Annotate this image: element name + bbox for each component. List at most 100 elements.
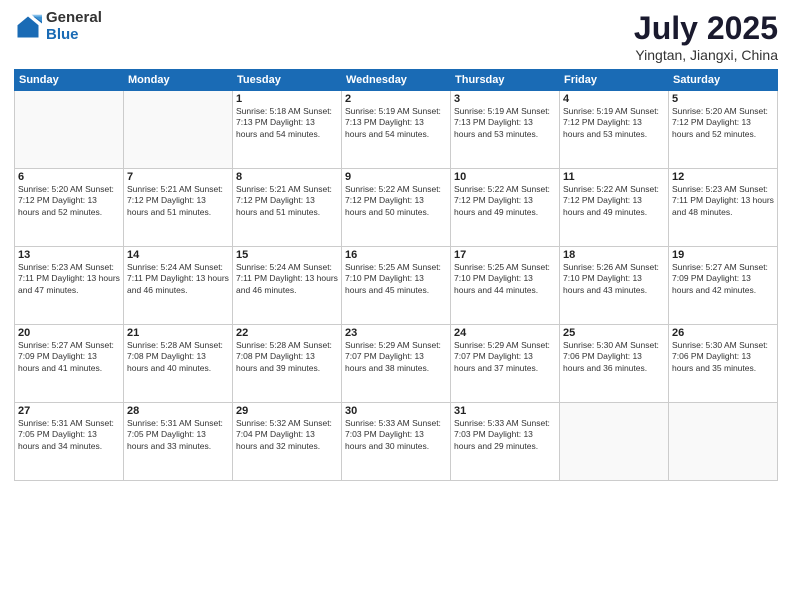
table-row bbox=[15, 91, 124, 169]
table-row: 14Sunrise: 5:24 AM Sunset: 7:11 PM Dayli… bbox=[124, 247, 233, 325]
day-number: 10 bbox=[454, 171, 556, 183]
table-row: 8Sunrise: 5:21 AM Sunset: 7:12 PM Daylig… bbox=[233, 169, 342, 247]
table-row: 27Sunrise: 5:31 AM Sunset: 7:05 PM Dayli… bbox=[15, 403, 124, 481]
day-number: 28 bbox=[127, 405, 229, 417]
table-row: 11Sunrise: 5:22 AM Sunset: 7:12 PM Dayli… bbox=[560, 169, 669, 247]
logo-icon bbox=[14, 13, 42, 41]
th-tuesday: Tuesday bbox=[233, 70, 342, 91]
day-number: 14 bbox=[127, 249, 229, 261]
day-number: 22 bbox=[236, 327, 338, 339]
table-row: 13Sunrise: 5:23 AM Sunset: 7:11 PM Dayli… bbox=[15, 247, 124, 325]
table-row: 18Sunrise: 5:26 AM Sunset: 7:10 PM Dayli… bbox=[560, 247, 669, 325]
day-info: Sunrise: 5:30 AM Sunset: 7:06 PM Dayligh… bbox=[563, 340, 665, 374]
day-info: Sunrise: 5:19 AM Sunset: 7:13 PM Dayligh… bbox=[345, 106, 447, 140]
table-row: 2Sunrise: 5:19 AM Sunset: 7:13 PM Daylig… bbox=[342, 91, 451, 169]
day-info: Sunrise: 5:26 AM Sunset: 7:10 PM Dayligh… bbox=[563, 262, 665, 296]
table-row: 22Sunrise: 5:28 AM Sunset: 7:08 PM Dayli… bbox=[233, 325, 342, 403]
day-number: 17 bbox=[454, 249, 556, 261]
day-info: Sunrise: 5:21 AM Sunset: 7:12 PM Dayligh… bbox=[236, 184, 338, 218]
th-monday: Monday bbox=[124, 70, 233, 91]
day-info: Sunrise: 5:25 AM Sunset: 7:10 PM Dayligh… bbox=[345, 262, 447, 296]
table-row: 24Sunrise: 5:29 AM Sunset: 7:07 PM Dayli… bbox=[451, 325, 560, 403]
day-number: 8 bbox=[236, 171, 338, 183]
table-row: 9Sunrise: 5:22 AM Sunset: 7:12 PM Daylig… bbox=[342, 169, 451, 247]
title-block: July 2025 Yingtan, Jiangxi, China bbox=[634, 10, 778, 63]
day-info: Sunrise: 5:20 AM Sunset: 7:12 PM Dayligh… bbox=[672, 106, 774, 140]
day-info: Sunrise: 5:29 AM Sunset: 7:07 PM Dayligh… bbox=[345, 340, 447, 374]
day-info: Sunrise: 5:19 AM Sunset: 7:12 PM Dayligh… bbox=[563, 106, 665, 140]
day-number: 18 bbox=[563, 249, 665, 261]
table-row: 10Sunrise: 5:22 AM Sunset: 7:12 PM Dayli… bbox=[451, 169, 560, 247]
day-info: Sunrise: 5:22 AM Sunset: 7:12 PM Dayligh… bbox=[454, 184, 556, 218]
logo-text: General Blue bbox=[46, 10, 102, 43]
th-saturday: Saturday bbox=[669, 70, 778, 91]
table-row: 16Sunrise: 5:25 AM Sunset: 7:10 PM Dayli… bbox=[342, 247, 451, 325]
day-info: Sunrise: 5:23 AM Sunset: 7:11 PM Dayligh… bbox=[18, 262, 120, 296]
day-number: 19 bbox=[672, 249, 774, 261]
day-number: 21 bbox=[127, 327, 229, 339]
calendar-title: July 2025 bbox=[634, 10, 778, 47]
table-row: 28Sunrise: 5:31 AM Sunset: 7:05 PM Dayli… bbox=[124, 403, 233, 481]
day-info: Sunrise: 5:28 AM Sunset: 7:08 PM Dayligh… bbox=[127, 340, 229, 374]
week-row-3: 20Sunrise: 5:27 AM Sunset: 7:09 PM Dayli… bbox=[15, 325, 778, 403]
day-number: 7 bbox=[127, 171, 229, 183]
table-row bbox=[124, 91, 233, 169]
day-number: 3 bbox=[454, 93, 556, 105]
table-row: 12Sunrise: 5:23 AM Sunset: 7:11 PM Dayli… bbox=[669, 169, 778, 247]
th-friday: Friday bbox=[560, 70, 669, 91]
day-info: Sunrise: 5:21 AM Sunset: 7:12 PM Dayligh… bbox=[127, 184, 229, 218]
week-row-1: 6Sunrise: 5:20 AM Sunset: 7:12 PM Daylig… bbox=[15, 169, 778, 247]
day-info: Sunrise: 5:19 AM Sunset: 7:13 PM Dayligh… bbox=[454, 106, 556, 140]
th-wednesday: Wednesday bbox=[342, 70, 451, 91]
th-thursday: Thursday bbox=[451, 70, 560, 91]
table-row: 5Sunrise: 5:20 AM Sunset: 7:12 PM Daylig… bbox=[669, 91, 778, 169]
day-number: 27 bbox=[18, 405, 120, 417]
day-info: Sunrise: 5:33 AM Sunset: 7:03 PM Dayligh… bbox=[345, 418, 447, 452]
day-info: Sunrise: 5:30 AM Sunset: 7:06 PM Dayligh… bbox=[672, 340, 774, 374]
day-info: Sunrise: 5:22 AM Sunset: 7:12 PM Dayligh… bbox=[563, 184, 665, 218]
day-number: 24 bbox=[454, 327, 556, 339]
day-number: 13 bbox=[18, 249, 120, 261]
day-info: Sunrise: 5:31 AM Sunset: 7:05 PM Dayligh… bbox=[18, 418, 120, 452]
th-sunday: Sunday bbox=[15, 70, 124, 91]
day-number: 12 bbox=[672, 171, 774, 183]
table-row: 6Sunrise: 5:20 AM Sunset: 7:12 PM Daylig… bbox=[15, 169, 124, 247]
header-row: Sunday Monday Tuesday Wednesday Thursday… bbox=[15, 70, 778, 91]
day-number: 29 bbox=[236, 405, 338, 417]
table-row: 19Sunrise: 5:27 AM Sunset: 7:09 PM Dayli… bbox=[669, 247, 778, 325]
day-number: 23 bbox=[345, 327, 447, 339]
table-row: 4Sunrise: 5:19 AM Sunset: 7:12 PM Daylig… bbox=[560, 91, 669, 169]
logo-general-text: General bbox=[46, 10, 102, 27]
table-row: 21Sunrise: 5:28 AM Sunset: 7:08 PM Dayli… bbox=[124, 325, 233, 403]
day-info: Sunrise: 5:24 AM Sunset: 7:11 PM Dayligh… bbox=[127, 262, 229, 296]
table-row: 23Sunrise: 5:29 AM Sunset: 7:07 PM Dayli… bbox=[342, 325, 451, 403]
page: General Blue July 2025 Yingtan, Jiangxi,… bbox=[0, 0, 792, 612]
week-row-4: 27Sunrise: 5:31 AM Sunset: 7:05 PM Dayli… bbox=[15, 403, 778, 481]
calendar-table: Sunday Monday Tuesday Wednesday Thursday… bbox=[14, 69, 778, 481]
week-row-2: 13Sunrise: 5:23 AM Sunset: 7:11 PM Dayli… bbox=[15, 247, 778, 325]
table-row: 26Sunrise: 5:30 AM Sunset: 7:06 PM Dayli… bbox=[669, 325, 778, 403]
table-row: 1Sunrise: 5:18 AM Sunset: 7:13 PM Daylig… bbox=[233, 91, 342, 169]
day-number: 11 bbox=[563, 171, 665, 183]
calendar-subtitle: Yingtan, Jiangxi, China bbox=[634, 47, 778, 63]
day-info: Sunrise: 5:31 AM Sunset: 7:05 PM Dayligh… bbox=[127, 418, 229, 452]
day-number: 1 bbox=[236, 93, 338, 105]
day-info: Sunrise: 5:28 AM Sunset: 7:08 PM Dayligh… bbox=[236, 340, 338, 374]
day-number: 20 bbox=[18, 327, 120, 339]
day-number: 9 bbox=[345, 171, 447, 183]
day-number: 6 bbox=[18, 171, 120, 183]
table-row bbox=[560, 403, 669, 481]
day-number: 5 bbox=[672, 93, 774, 105]
header: General Blue July 2025 Yingtan, Jiangxi,… bbox=[14, 10, 778, 63]
day-info: Sunrise: 5:27 AM Sunset: 7:09 PM Dayligh… bbox=[18, 340, 120, 374]
day-info: Sunrise: 5:20 AM Sunset: 7:12 PM Dayligh… bbox=[18, 184, 120, 218]
logo: General Blue bbox=[14, 10, 102, 43]
day-info: Sunrise: 5:29 AM Sunset: 7:07 PM Dayligh… bbox=[454, 340, 556, 374]
day-number: 4 bbox=[563, 93, 665, 105]
logo-blue-text: Blue bbox=[46, 27, 102, 44]
table-row: 3Sunrise: 5:19 AM Sunset: 7:13 PM Daylig… bbox=[451, 91, 560, 169]
day-info: Sunrise: 5:23 AM Sunset: 7:11 PM Dayligh… bbox=[672, 184, 774, 218]
day-number: 30 bbox=[345, 405, 447, 417]
day-number: 31 bbox=[454, 405, 556, 417]
table-row: 29Sunrise: 5:32 AM Sunset: 7:04 PM Dayli… bbox=[233, 403, 342, 481]
